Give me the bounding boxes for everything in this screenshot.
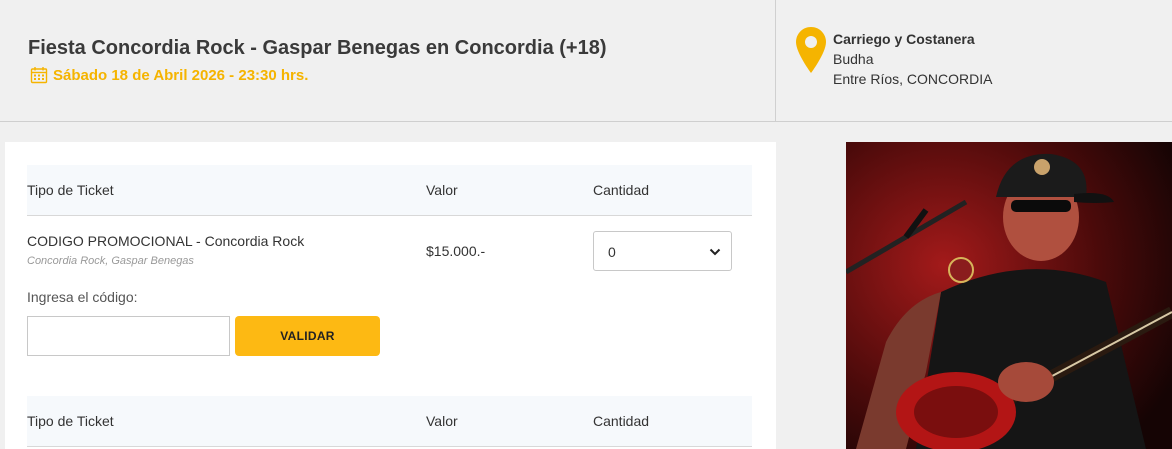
tickets-panel: Tipo de Ticket Valor Cantidad CODIGO PRO… [5,142,776,449]
validate-button[interactable]: VALIDAR [235,316,380,356]
venue-info: Carriego y Costanera Budha Entre Ríos, C… [833,29,992,89]
header-quantity: Cantidad [593,182,650,198]
chevron-down-icon [709,248,721,256]
tickets-table-header: Tipo de Ticket Valor Cantidad [27,165,752,216]
event-date: Sábado 18 de Abril 2026 - 23:30 hrs. [30,66,308,84]
ticket-name: CODIGO PROMOCIONAL - Concordia Rock [27,233,305,249]
ticket-tags: Concordia Rock, Gaspar Benegas [27,255,194,267]
tickets-table-header-2: Tipo de Ticket Valor Cantidad [27,396,752,447]
quantity-value: 0 [608,244,616,260]
header-ticket-type: Tipo de Ticket [27,413,114,429]
header-value: Valor [426,413,458,429]
event-artist-photo [846,142,1172,449]
quantity-select[interactable]: 0 [593,231,732,271]
event-header: Fiesta Concordia Rock - Gaspar Benegas e… [0,0,1172,122]
header-divider [775,0,776,121]
promo-code-input[interactable] [27,316,230,356]
venue-street: Carriego y Costanera [833,31,975,47]
header-ticket-type: Tipo de Ticket [27,182,114,198]
map-pin-icon [796,27,826,73]
header-quantity: Cantidad [593,413,650,429]
header-value: Valor [426,182,458,198]
event-title: Fiesta Concordia Rock - Gaspar Benegas e… [28,37,607,59]
event-date-text: Sábado 18 de Abril 2026 - 23:30 hrs. [53,66,309,84]
promo-code-label: Ingresa el código: [27,289,138,305]
venue-name: Budha [833,51,874,67]
ticket-price: $15.000.- [426,243,486,259]
venue-location: Entre Ríos, CONCORDIA [833,71,993,87]
calendar-icon [30,67,48,84]
